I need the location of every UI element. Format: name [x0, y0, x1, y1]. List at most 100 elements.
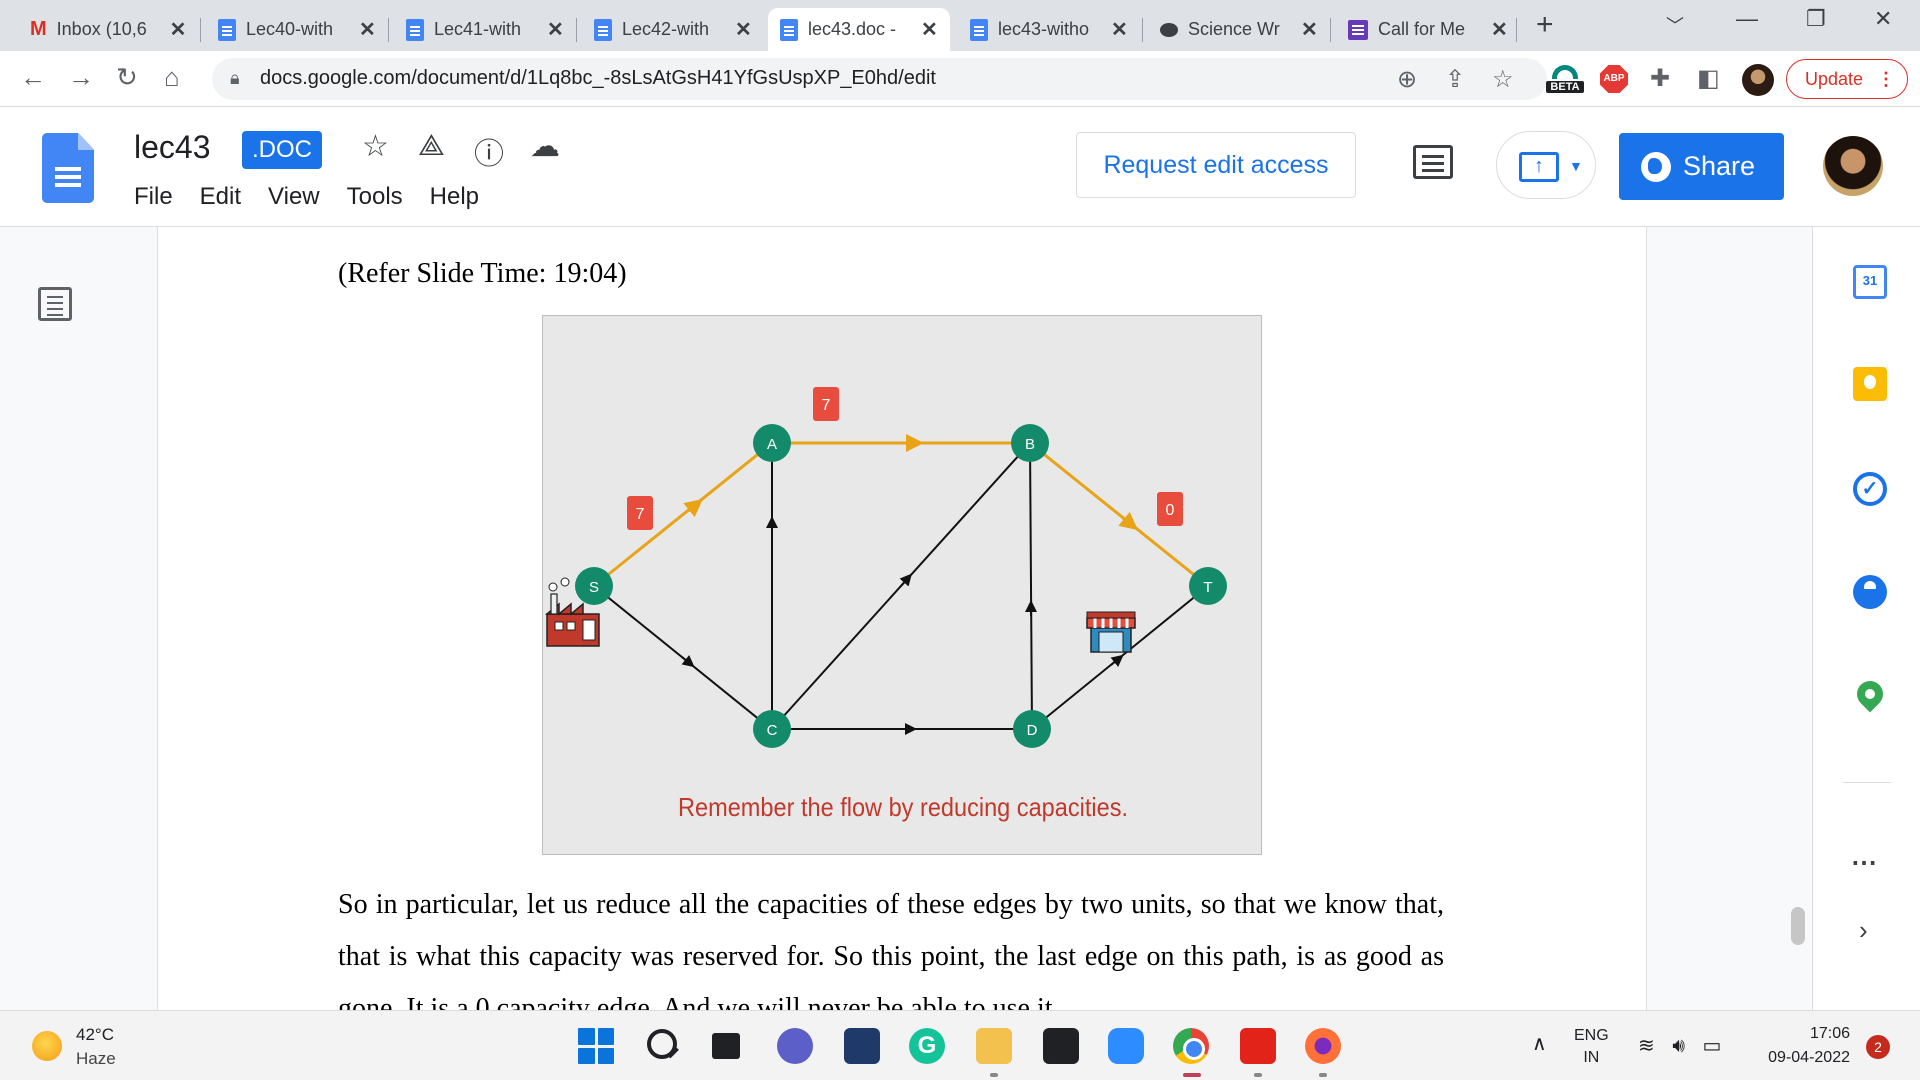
firefox-icon[interactable] — [1305, 1028, 1341, 1064]
lock-icon[interactable]: 🔒︎ — [230, 68, 240, 89]
minimize-icon[interactable]: — — [1736, 6, 1758, 32]
tab-search-chevron-icon[interactable]: ﹀ — [1666, 12, 1684, 38]
scrollbar-thumb[interactable] — [1791, 907, 1805, 945]
restore-icon[interactable]: ❐ — [1806, 6, 1826, 32]
close-icon[interactable]: ✕ — [921, 17, 938, 42]
close-icon[interactable]: ✕ — [359, 17, 376, 42]
present-button[interactable]: ↑ ▼ — [1496, 131, 1596, 199]
contacts-icon[interactable] — [1853, 575, 1887, 609]
file-explorer-icon[interactable] — [976, 1028, 1012, 1064]
close-icon[interactable]: ✕ — [735, 17, 752, 42]
close-icon[interactable]: ✕ — [547, 17, 564, 42]
menu-help[interactable]: Help — [430, 183, 479, 211]
gmail-icon: M — [30, 18, 47, 40]
more-horiz-icon[interactable]: ⋯ — [1851, 847, 1878, 878]
home-icon[interactable]: ⌂ — [164, 62, 180, 93]
close-icon[interactable]: ✕ — [1491, 17, 1508, 42]
chevron-right-icon[interactable]: › — [1859, 915, 1868, 946]
cloud-status-icon[interactable]: ☁ — [530, 129, 560, 164]
node-a: A — [753, 424, 791, 462]
teams-chat-icon[interactable] — [777, 1028, 813, 1064]
chrome-icon[interactable] — [1173, 1028, 1209, 1064]
address-bar[interactable]: 🔒︎ docs.google.com/document/d/1Lq8bc_-8s… — [212, 58, 1547, 100]
tab-lec41[interactable]: Lec41-with ✕ — [394, 8, 576, 51]
menu-view[interactable]: View — [268, 183, 320, 211]
node-c: C — [753, 710, 791, 748]
notification-badge[interactable]: 2 — [1866, 1035, 1890, 1059]
star-icon[interactable]: ☆ — [362, 129, 389, 164]
reload-icon[interactable]: ↻ — [116, 62, 138, 93]
share-page-icon[interactable]: ⇪ — [1445, 65, 1465, 94]
maps-icon[interactable] — [1851, 675, 1889, 713]
lang-line2: IN — [1583, 1049, 1600, 1066]
beta-label: BETA — [1546, 81, 1584, 93]
menu-tools[interactable]: Tools — [347, 183, 403, 211]
acrobat-icon[interactable] — [1240, 1028, 1276, 1064]
tasks-icon[interactable]: ✓ — [1853, 472, 1887, 506]
side-panel: 31 ✓ ⋯ › — [1812, 227, 1920, 1010]
update-button[interactable]: Update ⋮ — [1786, 59, 1908, 99]
chrome-profile-avatar[interactable] — [1742, 64, 1774, 96]
close-icon[interactable]: ✕ — [1111, 17, 1128, 42]
tab-separator — [576, 18, 577, 42]
zoom-icon-app[interactable] — [1108, 1028, 1144, 1064]
info-icon[interactable]: ⓘ — [474, 129, 504, 173]
close-icon[interactable]: ✕ — [1301, 17, 1318, 42]
menu-file[interactable]: File — [134, 183, 173, 211]
svg-text:T: T — [1203, 579, 1212, 596]
tab-separator — [200, 18, 201, 42]
back-icon[interactable]: ← — [20, 62, 46, 93]
edge-s-c — [593, 585, 772, 730]
bookmark-star-icon[interactable]: ☆ — [1492, 65, 1514, 94]
docs-logo-icon[interactable] — [42, 133, 94, 203]
user-avatar[interactable] — [1823, 136, 1883, 196]
wifi-volume-battery-icons[interactable]: ≋ 🔊︎ ▭ — [1638, 1033, 1727, 1058]
tab-science-writing[interactable]: Science Wr ✕ — [1148, 8, 1330, 51]
move-to-drive-icon[interactable]: ⟁ — [418, 129, 445, 163]
share-button[interactable]: Share — [1619, 133, 1784, 200]
tab-gmail-inbox[interactable]: M Inbox (10,6 ✕ — [18, 8, 198, 51]
tab-lec43-active[interactable]: lec43.doc - ✕ — [768, 8, 950, 51]
weather-desc[interactable]: Haze — [76, 1049, 116, 1069]
sticky-notes-icon[interactable] — [1043, 1028, 1079, 1064]
request-edit-access-button[interactable]: Request edit access — [1076, 132, 1356, 198]
calendar-icon[interactable]: 31 — [1853, 265, 1887, 299]
tab-lec40[interactable]: Lec40-with ✕ — [206, 8, 388, 51]
refer-slide-time: (Refer Slide Time: 19:04) — [338, 258, 627, 289]
task-view-icon[interactable] — [712, 1033, 740, 1059]
window-close-icon[interactable]: ✕ — [1874, 6, 1892, 32]
url-text[interactable]: docs.google.com/document/d/1Lq8bc_-8sLsA… — [260, 67, 936, 90]
side-panel-icon[interactable]: ◧ — [1697, 64, 1720, 93]
tab-lec43-without[interactable]: lec43-witho ✕ — [958, 8, 1140, 51]
svg-text:D: D — [1027, 722, 1038, 739]
language-indicator[interactable]: ENG IN — [1574, 1025, 1609, 1069]
weather-temp[interactable]: 42°C — [76, 1025, 114, 1045]
beta-extension-icon[interactable]: BETA — [1546, 65, 1584, 97]
tab-call-for[interactable]: Call for Me ✕ — [1336, 8, 1520, 51]
tab-lec42[interactable]: Lec42-with ✕ — [582, 8, 764, 51]
forward-icon[interactable]: → — [68, 62, 94, 93]
document-title[interactable]: lec43 — [134, 129, 211, 166]
keep-icon[interactable] — [1853, 367, 1887, 401]
menu-bar: File Edit View Tools Help — [134, 183, 506, 211]
weather-icon[interactable] — [32, 1031, 62, 1061]
node-t: T — [1189, 567, 1227, 605]
new-tab-button[interactable]: + — [1536, 8, 1554, 42]
extensions-puzzle-icon[interactable]: ✚ — [1650, 64, 1670, 93]
store-app-icon[interactable] — [844, 1028, 880, 1064]
adblock-icon[interactable]: ABP — [1600, 65, 1628, 93]
tray-overflow-chevron-icon[interactable]: ∧ — [1532, 1031, 1547, 1056]
document-page: (Refer Slide Time: 19:04) 7 7 0 S A B C … — [157, 227, 1647, 1010]
search-icon[interactable] — [647, 1029, 677, 1059]
close-icon[interactable]: ✕ — [170, 17, 187, 42]
document-outline-icon[interactable] — [38, 287, 72, 321]
menu-edit[interactable]: Edit — [200, 183, 241, 211]
tab-separator — [388, 18, 389, 42]
clock-date[interactable]: 09-04-2022 — [1756, 1049, 1850, 1067]
start-icon[interactable] — [578, 1028, 614, 1064]
svg-text:S: S — [589, 579, 599, 596]
comments-icon[interactable] — [1413, 145, 1453, 179]
clock-time[interactable]: 17:06 — [1806, 1025, 1850, 1043]
grammarly-icon[interactable]: G — [909, 1028, 945, 1064]
zoom-icon[interactable]: ⊕ — [1397, 65, 1417, 94]
